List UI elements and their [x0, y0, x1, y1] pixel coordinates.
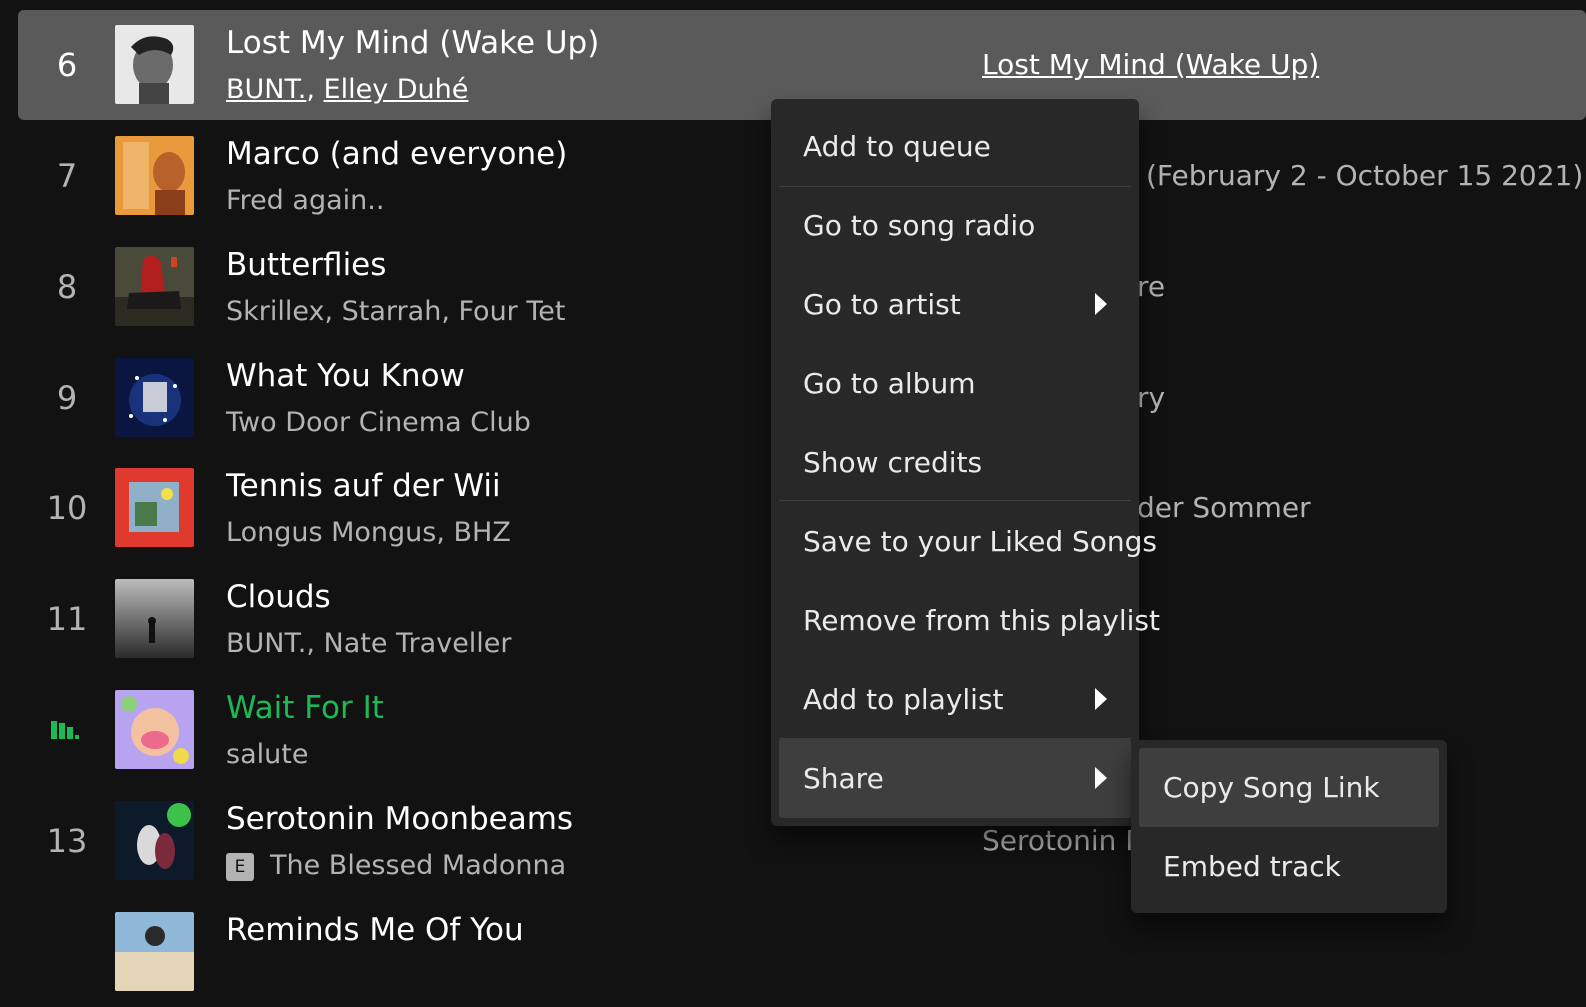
track-number: 9: [56, 379, 78, 417]
track-artists: E The Blessed Madonna: [226, 849, 566, 883]
album-art[interactable]: [115, 247, 194, 326]
context-menu: Add to queue Go to song radio Go to arti…: [771, 99, 1160, 826]
explicit-badge: E: [226, 853, 254, 881]
menu-item-label: Add to queue: [803, 130, 991, 163]
track-number: 13: [46, 822, 88, 860]
track-artists[interactable]: BUNT., Nate Traveller: [226, 627, 512, 661]
album-link[interactable]: der Sommer: [1137, 489, 1311, 527]
track-title[interactable]: Clouds: [226, 578, 331, 616]
menu-item-label: Embed track: [1163, 850, 1341, 883]
track-artists[interactable]: Two Door Cinema Club: [226, 406, 531, 440]
chevron-right-icon: [1095, 767, 1107, 789]
album-link[interactable]: (February 2 - October 15 2021): [1146, 157, 1583, 195]
menu-item-label: Save to your Liked Songs: [803, 525, 1158, 558]
track-title[interactable]: Tennis auf der Wii: [226, 467, 501, 505]
menu-item-label: Go to artist: [803, 288, 961, 321]
menu-item-label: Go to album: [803, 367, 976, 400]
track-title[interactable]: What You Know: [226, 357, 465, 395]
track-artists[interactable]: Longus Mongus, BHZ: [226, 516, 511, 550]
menu-item-copy-song-link[interactable]: Copy Song Link: [1139, 748, 1439, 827]
menu-item-label: Show credits: [803, 446, 983, 479]
track-title[interactable]: Reminds Me Of You: [226, 911, 524, 949]
track-artists[interactable]: Skrillex, Starrah, Four Tet: [226, 295, 565, 329]
album-link[interactable]: Lost My Mind (Wake Up): [982, 46, 1319, 84]
track-title[interactable]: Marco (and everyone): [226, 135, 567, 173]
track-artists: BUNT., Elley Duhé: [226, 74, 469, 105]
album-link[interactable]: ry: [1137, 379, 1165, 417]
menu-item-add-to-queue[interactable]: Add to queue: [779, 107, 1131, 186]
album-art[interactable]: [115, 25, 194, 104]
menu-divider: [779, 500, 1131, 501]
track-number: 10: [46, 489, 88, 527]
track-number: 6: [56, 46, 78, 84]
artist-link[interactable]: The Blessed Madonna: [270, 850, 566, 881]
chevron-right-icon: [1095, 688, 1107, 710]
menu-item-label: Copy Song Link: [1163, 771, 1380, 804]
artist-link[interactable]: Elley Duhé: [324, 74, 469, 105]
menu-item-remove-from-playlist[interactable]: Remove from this playlist: [779, 581, 1160, 660]
album-link[interactable]: Serotonin M: [982, 822, 1149, 860]
album-art[interactable]: [115, 801, 194, 880]
menu-item-go-to-album[interactable]: Go to album: [779, 344, 1131, 423]
track-row[interactable]: Reminds Me Of You: [18, 897, 1586, 1007]
album-art[interactable]: [115, 690, 194, 769]
track-artists[interactable]: salute: [226, 738, 308, 772]
menu-item-show-credits[interactable]: Show credits: [779, 423, 1131, 502]
menu-item-share[interactable]: Share: [779, 739, 1131, 818]
track-number: 7: [56, 157, 78, 195]
album-art[interactable]: [115, 579, 194, 658]
share-submenu: Copy Song Link Embed track: [1131, 740, 1447, 913]
menu-item-label: Add to playlist: [803, 683, 1004, 716]
menu-item-go-to-artist[interactable]: Go to artist: [779, 265, 1131, 344]
menu-item-add-to-playlist[interactable]: Add to playlist: [779, 660, 1131, 739]
track-title[interactable]: Lost My Mind (Wake Up): [226, 24, 599, 62]
track-title[interactable]: Wait For It: [226, 689, 384, 727]
album-art[interactable]: [115, 468, 194, 547]
menu-item-label: Remove from this playlist: [803, 604, 1160, 637]
album-art[interactable]: [115, 358, 194, 437]
equalizer-icon: [51, 717, 81, 739]
chevron-right-icon: [1095, 293, 1107, 315]
track-number: 8: [56, 268, 78, 306]
menu-item-label: Go to song radio: [803, 209, 1036, 242]
menu-item-embed-track[interactable]: Embed track: [1139, 827, 1439, 906]
track-title[interactable]: Butterflies: [226, 246, 386, 284]
menu-item-go-to-song-radio[interactable]: Go to song radio: [779, 186, 1131, 265]
track-title[interactable]: Serotonin Moonbeams: [226, 800, 573, 838]
artist-link[interactable]: BUNT.: [226, 74, 306, 105]
album-art[interactable]: [115, 912, 194, 991]
menu-item-label: Share: [803, 762, 884, 795]
track-artists[interactable]: Fred again..: [226, 184, 384, 218]
album-link[interactable]: re: [1137, 268, 1165, 306]
track-number: 11: [46, 600, 88, 638]
album-art[interactable]: [115, 136, 194, 215]
menu-item-save-to-liked-songs[interactable]: Save to your Liked Songs: [779, 502, 1157, 581]
